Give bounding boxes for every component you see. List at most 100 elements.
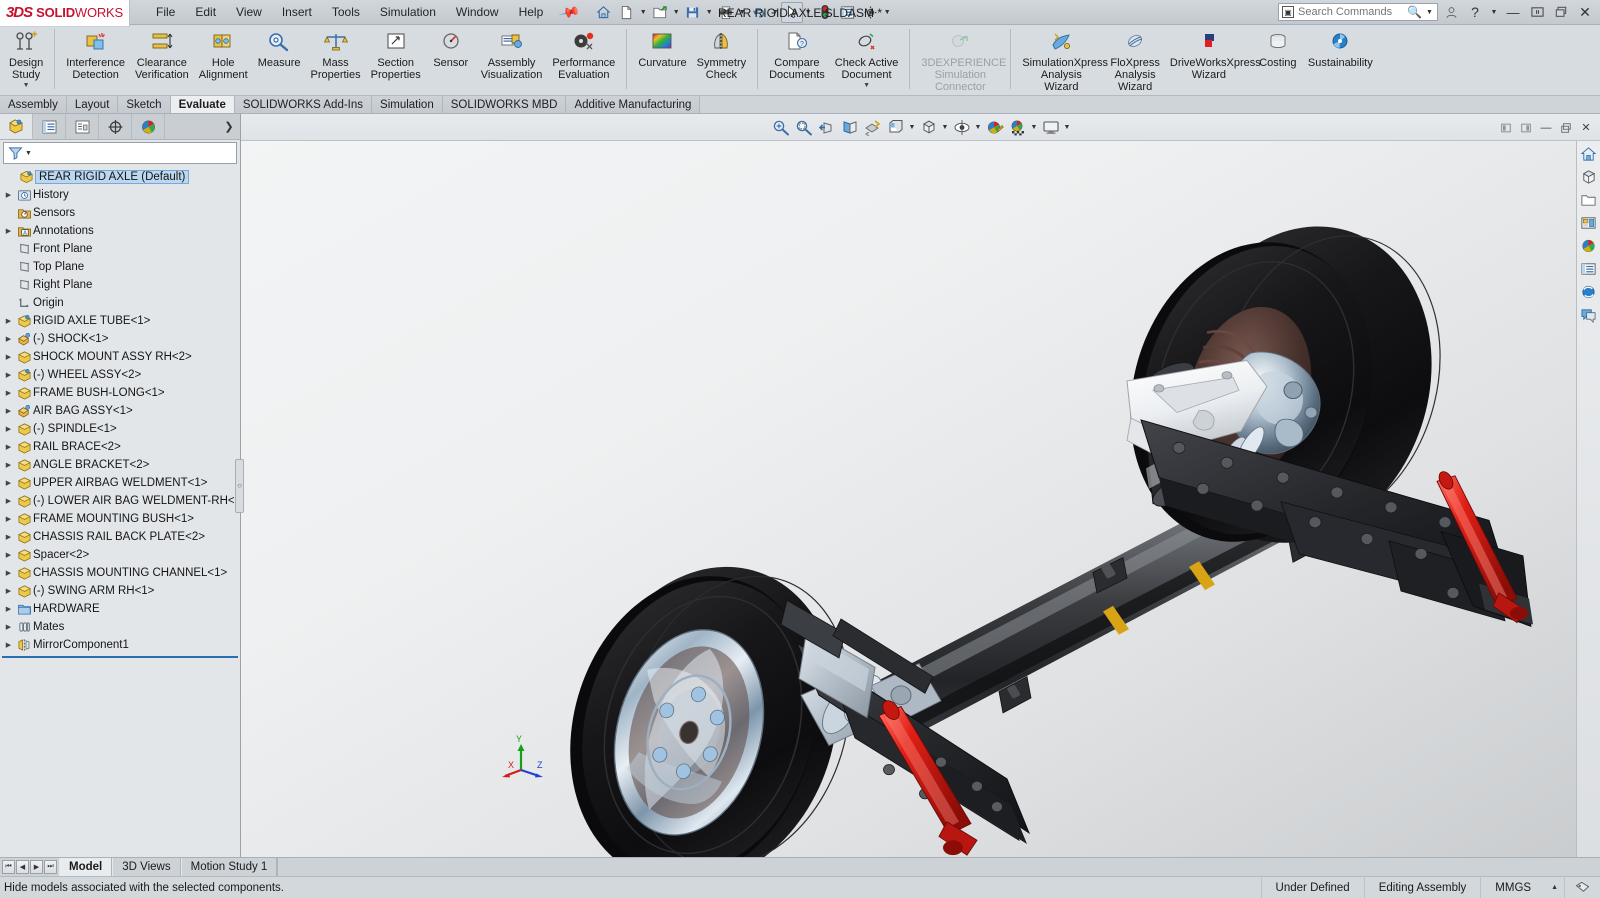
tree-expand-arrow-icon[interactable]: ▶ (2, 569, 15, 577)
tree-node-angle-bracket-2[interactable]: ▶ ANGLE BRACKET<2> (0, 456, 240, 474)
help-icon[interactable]: ? (1464, 1, 1486, 23)
menu-simulation[interactable]: Simulation (370, 2, 446, 22)
tree-expand-arrow-icon[interactable]: ▶ (2, 461, 15, 469)
tree-expand-arrow-icon[interactable]: ▶ (2, 479, 15, 487)
tree-node-frame-bush-long-1[interactable]: ▶ FRAME BUSH-LONG<1> (0, 384, 240, 402)
view-settings-icon[interactable] (1039, 116, 1062, 139)
tree-node-air-bag-assy-1[interactable]: ▶ AIR BAG ASSY<1> (0, 402, 240, 420)
sw-resources-icon[interactable] (1578, 143, 1600, 165)
view-settings-dropdown-icon[interactable]: ▼ (1062, 116, 1072, 139)
tree-root-assembly[interactable]: REAR RIGID AXLE (Default) (2, 168, 240, 186)
print-dropdown-icon[interactable]: ▼ (738, 2, 747, 23)
search-input[interactable] (1298, 6, 1403, 18)
configuration-manager-tab[interactable] (66, 114, 99, 139)
search-icon[interactable]: 🔍 (1407, 5, 1422, 19)
mass-properties-button[interactable]: Mass Properties (305, 27, 365, 84)
menu-view[interactable]: View (226, 2, 272, 22)
zoom-to-fit-icon[interactable] (769, 116, 792, 139)
tree-node-shock-mount-assy-rh-2[interactable]: ▶ SHOCK MOUNT ASSY RH<2> (0, 348, 240, 366)
tree-node-chassis-rail-back-plate-2[interactable]: ▶ CHASSIS RAIL BACK PLATE<2> (0, 528, 240, 546)
hide-show-dropdown-icon[interactable]: ▼ (973, 116, 983, 139)
3dexperience-marketplace-icon[interactable] (1578, 281, 1600, 303)
menu-help[interactable]: Help (509, 2, 554, 22)
tree-node-hardware[interactable]: ▶ HARDWARE (0, 600, 240, 618)
tag-icon[interactable] (1564, 876, 1600, 898)
tree-node-chassis-mounting-channel-1[interactable]: ▶ CHASSIS MOUNTING CHANNEL<1> (0, 564, 240, 582)
filter-dropdown-icon[interactable]: ▼ (25, 150, 32, 157)
settings-dropdown-icon[interactable]: ▼ (883, 2, 892, 23)
tree-node-mirrorcomponent1[interactable]: ▶ MirrorComponent1 (0, 636, 240, 654)
help-dropdown-icon[interactable]: ▼ (1488, 1, 1500, 23)
tree-expand-arrow-icon[interactable]: ▶ (2, 317, 15, 325)
pin-icon[interactable]: 📌 (558, 0, 582, 23)
costing-button[interactable]: Costing (1253, 27, 1303, 72)
save-dropdown-icon[interactable]: ▼ (705, 2, 714, 23)
design-library-icon[interactable] (1578, 166, 1600, 188)
tree-node-shock-1[interactable]: ▶ (-) SHOCK<1> (0, 330, 240, 348)
select-dropdown-icon[interactable]: ▼ (804, 2, 813, 23)
tree-expand-arrow-icon[interactable]: ▶ (2, 515, 15, 523)
tree-node-rigid-axle-tube-1[interactable]: ▶ RIGID AXLE TUBE<1> (0, 312, 240, 330)
rebuild-icon[interactable] (814, 2, 836, 23)
restore-right-icon[interactable] (1516, 118, 1536, 138)
tree-node-annotations[interactable]: ▶ A Annotations (0, 222, 240, 240)
tree-expand-arrow-icon[interactable]: ▶ (2, 227, 15, 235)
compare-documents-button[interactable]: ? Compare Documents (764, 27, 830, 84)
new-document-dropdown-icon[interactable]: ▼ (639, 2, 648, 23)
check-active-document-dropdown-icon[interactable]: ▼ (863, 82, 870, 89)
3d-model-viewport[interactable] (241, 141, 1576, 857)
tree-node-wheel-assy-2[interactable]: ▶ (-) WHEEL ASSY<2> (0, 366, 240, 384)
tab-layout[interactable]: Layout (66, 96, 119, 113)
display-style-icon[interactable] (884, 116, 907, 139)
section-view-icon[interactable] (838, 116, 861, 139)
tree-expand-arrow-icon[interactable]: ▶ (2, 497, 15, 505)
tree-expand-arrow-icon[interactable]: ▶ (2, 587, 15, 595)
save-icon[interactable] (682, 2, 704, 23)
view-orientation-cube-icon[interactable] (917, 116, 940, 139)
zoom-to-area-icon[interactable] (792, 116, 815, 139)
driveworksxpress-wizard-button[interactable]: DriveWorksXpress Wizard (1165, 27, 1261, 84)
restore-left-icon[interactable] (1496, 118, 1516, 138)
tab-simulation[interactable]: Simulation (372, 96, 443, 113)
close-icon[interactable]: ✕ (1574, 1, 1596, 23)
menu-file[interactable]: File (146, 2, 185, 22)
simulationxpress-analysis-wizard-button[interactable]: SimulationXpress Analysis Wizard (1017, 27, 1108, 96)
tab-solidworks-mbd[interactable]: SOLIDWORKS MBD (442, 96, 567, 113)
symmetry-check-button[interactable]: Symmetry Check (692, 27, 752, 84)
prev-tab-button[interactable]: ◀ (16, 860, 29, 874)
hole-alignment-button[interactable]: Hole Alignment (194, 27, 253, 84)
undo-icon[interactable] (748, 2, 770, 23)
menu-insert[interactable]: Insert (272, 2, 322, 22)
custom-properties-icon[interactable] (1578, 258, 1600, 280)
tree-expand-arrow-icon[interactable]: ▶ (2, 389, 15, 397)
tree-node-swing-arm-rh-1[interactable]: ▶ (-) SWING ARM RH<1> (0, 582, 240, 600)
tree-node-lower-air-bag-weldment-rh-2[interactable]: ▶ (-) LOWER AIR BAG WELDMENT-RH<2> (0, 492, 240, 510)
display-style-dropdown-icon[interactable]: ▼ (907, 116, 917, 139)
next-tab-button[interactable]: ▶ (30, 860, 43, 874)
tree-expand-arrow-icon[interactable]: ▶ (2, 533, 15, 541)
curvature-button[interactable]: Curvature (633, 27, 691, 72)
hide-show-items-icon[interactable] (950, 116, 973, 139)
tree-node-front-plane[interactable]: Front Plane (0, 240, 240, 258)
expand-panel-icon[interactable]: ❯ (218, 114, 240, 139)
tab-sketch[interactable]: Sketch (118, 96, 171, 113)
open-document-icon[interactable] (649, 2, 671, 23)
bottom-tab-model[interactable]: Model (59, 858, 113, 876)
tab-additive-manufacturing[interactable]: Additive Manufacturing (566, 96, 701, 113)
tree-expand-arrow-icon[interactable]: ▶ (2, 335, 15, 343)
tree-expand-arrow-icon[interactable]: ▶ (2, 551, 15, 559)
tab-solidworks-add-ins[interactable]: SOLIDWORKS Add-Ins (234, 96, 373, 113)
display-manager-tab[interactable] (132, 114, 165, 139)
tree-expand-arrow-icon[interactable]: ▶ (2, 623, 15, 631)
design-study-dropdown-icon[interactable]: ▼ (23, 82, 30, 89)
tree-expand-arrow-icon[interactable]: ▶ (2, 353, 15, 361)
property-manager-tab[interactable] (33, 114, 66, 139)
check-active-document-button[interactable]: Check Active Document ▼ (830, 27, 904, 92)
tree-node-sensors[interactable]: Sensors (0, 204, 240, 222)
tree-expand-arrow-icon[interactable]: ▶ (2, 191, 15, 199)
measure-button[interactable]: Measure (253, 27, 306, 72)
minimize-window-icon[interactable]: — (1536, 118, 1556, 138)
apply-scene-icon[interactable] (1006, 116, 1029, 139)
tree-expand-arrow-icon[interactable]: ▶ (2, 407, 15, 415)
tree-node-mates[interactable]: ▶ Mates (0, 618, 240, 636)
